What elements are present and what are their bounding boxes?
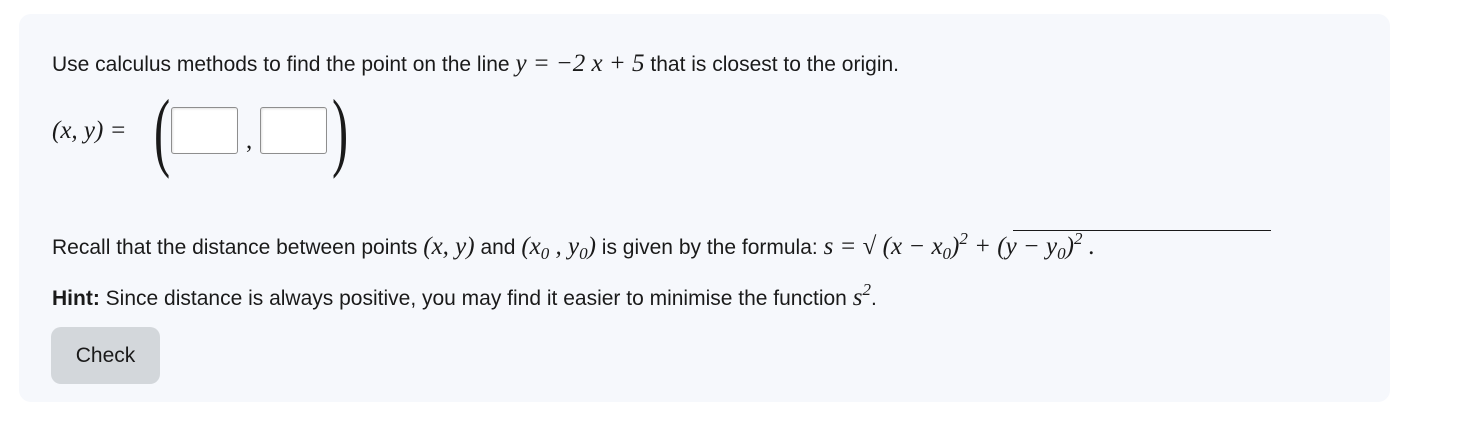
hint-text: Hint: Since distance is always positive,… [52,280,877,311]
recall-prefix: Recall that the distance between points [52,236,418,259]
recall-text: Recall that the distance between points … [52,229,1095,263]
distance-formula: s = √ (x − x0)2 + (y − y0)2 . [823,229,1095,263]
recall-mid: is given by the formula: [601,236,818,259]
hint-body: Since distance is always positive, you m… [105,287,847,310]
right-paren-icon: ) [332,83,349,180]
hint-function: s2 [852,280,871,311]
recall-and: and [480,236,516,259]
x-coordinate-input[interactable] [171,107,238,154]
question-outro: that is closest to the origin. [650,53,900,76]
answer-lhs: (x, y) = [52,117,127,144]
point-x0y0: (x0 , y0) [521,233,596,263]
coordinate-comma: , [246,127,253,154]
line-equation: y = −2 x + 5 [515,50,645,77]
point-xy: (x, y) [423,233,475,260]
hint-label: Hint: [52,287,100,310]
question-intro: Use calculus methods to find the point o… [52,53,510,76]
radical-icon: √ [862,233,877,260]
radical-vinculum [1013,230,1271,231]
check-button[interactable]: Check [51,327,160,384]
left-paren-icon: ( [154,83,171,180]
y-coordinate-input[interactable] [260,107,327,154]
question-text: Use calculus methods to find the point o… [52,51,899,76]
hint-period: . [870,287,877,310]
